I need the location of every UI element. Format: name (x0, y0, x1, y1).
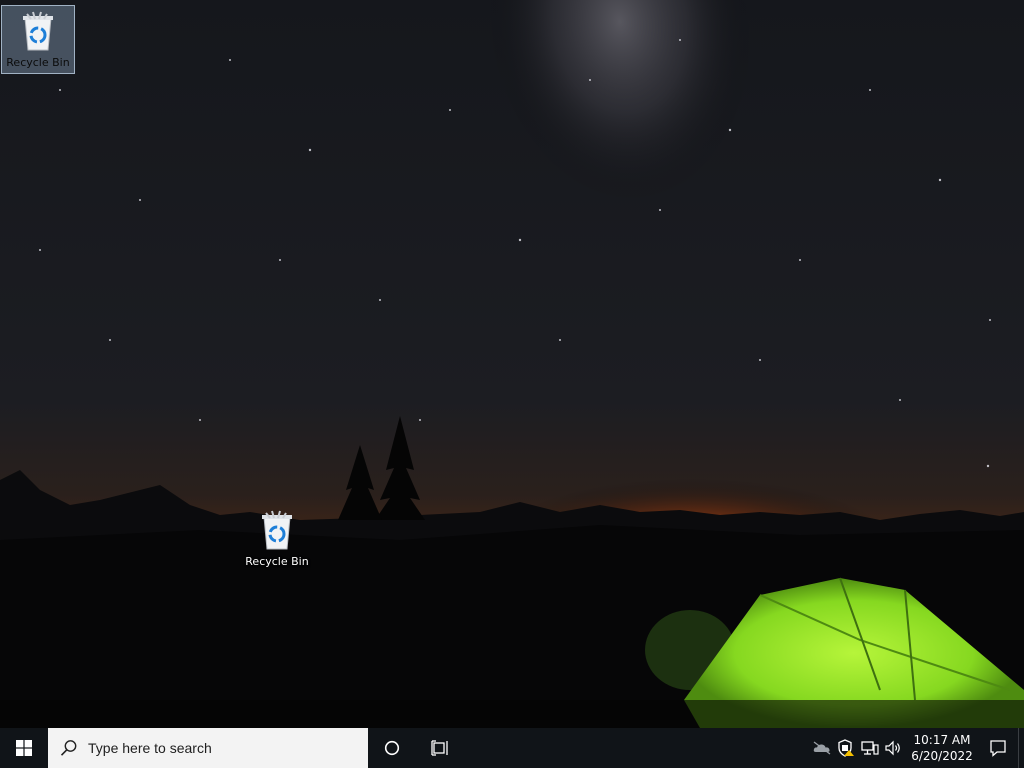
cortana-button[interactable] (368, 728, 416, 768)
network-icon (861, 741, 879, 755)
tray-volume[interactable] (882, 728, 906, 768)
desktop-icon-recycle-bin[interactable]: Recycle Bin (240, 505, 314, 568)
onedrive-icon (813, 741, 831, 755)
windows-logo-icon (16, 740, 32, 756)
action-center-button[interactable] (978, 728, 1018, 768)
volume-icon (885, 740, 900, 756)
recycle-bin-icon (23, 11, 53, 51)
search-placeholder: Type here to search (88, 740, 212, 756)
desktop-icon-label: Recycle Bin (6, 56, 70, 69)
desktop-wallpaper (0, 0, 1024, 728)
security-warning-icon (838, 739, 854, 757)
clock-time: 10:17 AM (913, 733, 971, 747)
cortana-circle-icon (384, 740, 400, 756)
clock-date: 6/20/2022 (911, 749, 973, 763)
tray-security[interactable] (834, 728, 858, 768)
start-button[interactable] (0, 728, 48, 768)
taskbar-search-box[interactable]: Type here to search (48, 728, 368, 768)
tray-onedrive[interactable] (810, 728, 834, 768)
taskbar-clock[interactable]: 10:17 AM 6/20/2022 (906, 732, 978, 764)
wallpaper-image (0, 0, 1024, 728)
search-icon (60, 740, 77, 756)
show-desktop-button[interactable] (1018, 728, 1024, 768)
task-view-icon (431, 740, 448, 756)
tray-network[interactable] (858, 728, 882, 768)
desktop-icon-label: Recycle Bin (245, 555, 309, 568)
task-view-button[interactable] (416, 728, 464, 768)
taskbar: Type here to search 10:17 AM 6/20/2022 (0, 728, 1024, 768)
recycle-bin-icon (262, 510, 292, 550)
desktop-icon-recycle-bin[interactable]: Recycle Bin (1, 5, 75, 74)
action-center-icon (990, 740, 1006, 757)
